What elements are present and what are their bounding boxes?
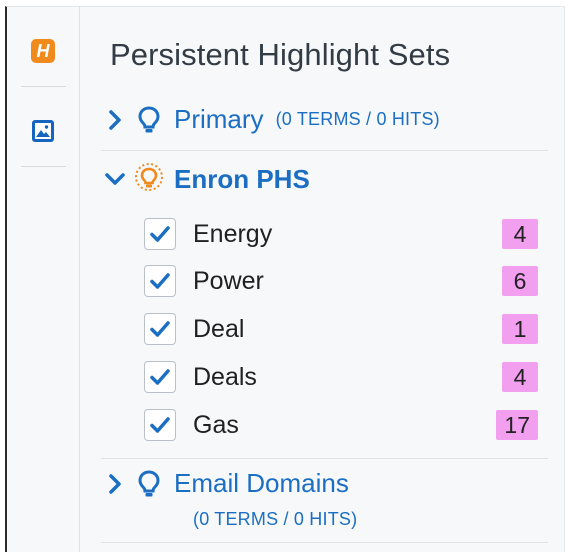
term-label: Energy — [193, 219, 273, 248]
term-checkbox[interactable] — [144, 265, 176, 297]
rail-divider — [21, 86, 66, 87]
checkmark-icon — [150, 321, 170, 337]
lightbulb-active-icon — [135, 163, 163, 191]
highlight-h-icon: H — [31, 39, 55, 63]
term-row: Gas 17 — [144, 407, 538, 443]
hit-count-badge: 4 — [502, 219, 538, 249]
chevron-down-icon[interactable] — [104, 168, 126, 190]
panel-title: Persistent Highlight Sets — [110, 37, 451, 72]
set-name: Enron PHS — [174, 163, 310, 194]
set-name: Email Domains — [174, 468, 349, 498]
term-label: Deals — [193, 362, 257, 391]
hit-count-badge: 1 — [502, 314, 538, 344]
set-divider — [101, 458, 548, 459]
set-divider — [101, 150, 548, 151]
set-row-email-domains[interactable]: Email Domains — [104, 468, 349, 499]
term-label: Gas — [193, 410, 239, 439]
rail-divider — [21, 166, 66, 167]
hit-count-badge: 4 — [502, 362, 538, 392]
set-divider — [101, 542, 548, 543]
term-checkbox[interactable] — [144, 409, 176, 441]
hit-count-badge: 6 — [502, 266, 538, 296]
image-tab[interactable] — [7, 96, 79, 166]
set-name: Primary — [174, 104, 264, 134]
term-checkbox[interactable] — [144, 361, 176, 393]
chevron-right-icon[interactable] — [104, 473, 126, 495]
term-row: Deal 1 — [144, 311, 538, 347]
lightbulb-icon — [138, 469, 160, 496]
highlight-sets-tab[interactable]: H — [7, 16, 79, 86]
hit-count-badge: 17 — [496, 410, 538, 440]
term-row: Power 6 — [144, 263, 538, 299]
lightbulb-icon — [138, 105, 160, 132]
checkmark-icon — [150, 273, 170, 289]
term-label: Deal — [193, 314, 245, 343]
set-count: (0 TERMS / 0 HITS) — [193, 509, 358, 529]
side-rail: H — [7, 6, 80, 552]
chevron-right-icon[interactable] — [104, 109, 126, 131]
term-row: Energy 4 — [144, 216, 538, 252]
term-row: Deals 4 — [144, 359, 538, 395]
set-row-primary[interactable]: Primary (0 TERMS / 0 HITS) — [104, 104, 440, 135]
checkmark-icon — [150, 369, 170, 385]
checkmark-icon — [150, 226, 170, 242]
set-count: (0 TERMS / 0 HITS) — [275, 109, 440, 129]
term-checkbox[interactable] — [144, 218, 176, 250]
set-row-enron-phs[interactable]: Enron PHS — [104, 162, 310, 196]
image-icon — [32, 120, 54, 142]
checkmark-icon — [150, 417, 170, 433]
term-label: Power — [193, 266, 264, 295]
term-checkbox[interactable] — [144, 313, 176, 345]
